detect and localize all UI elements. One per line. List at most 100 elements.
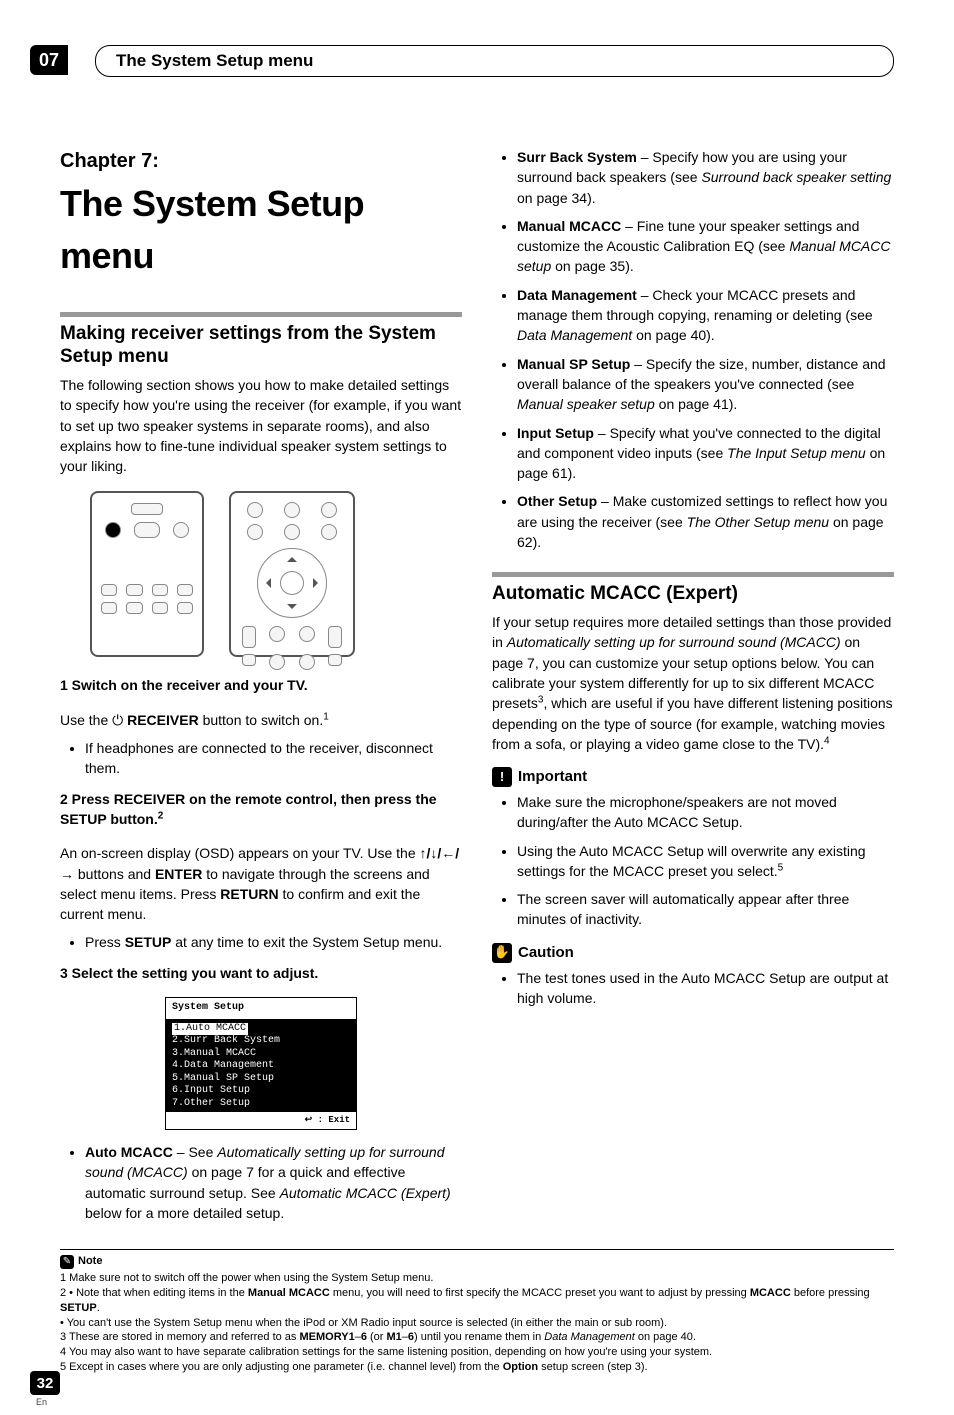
auto-mcacc-bullet: Auto MCACC – See Automatically setting u… xyxy=(85,1142,462,1223)
text: at any time to exit the System Setup men… xyxy=(171,934,442,950)
step-1-bullet: If headphones are connected to the recei… xyxy=(85,738,462,779)
ref: The Input Setup menu xyxy=(727,445,866,461)
important-item: Make sure the microphone/speakers are no… xyxy=(517,792,894,833)
text: Press xyxy=(85,934,125,950)
label: Manual MCACC xyxy=(248,1287,330,1299)
bullet-surr-back: Surr Back System – Specify how you are u… xyxy=(517,147,894,208)
label: SETUP xyxy=(60,1302,97,1314)
step-2-bullet: Press SETUP at any time to exit the Syst… xyxy=(85,932,462,952)
section-heading-1: Making receiver settings from the System… xyxy=(60,323,462,369)
setup-label: SETUP xyxy=(125,934,172,950)
step-2-para: An on-screen display (OSD) appears on yo… xyxy=(60,843,462,924)
left-column: Chapter 7: The System Setup menu Making … xyxy=(60,147,462,1231)
text: An on-screen display (OSD) appears on yo… xyxy=(60,845,420,861)
bullet-input-setup: Input Setup – Specify what you've connec… xyxy=(517,423,894,484)
text: – See xyxy=(173,1144,217,1160)
text: 3 These are stored in memory and referre… xyxy=(60,1331,299,1343)
footnote-ref-1: 1 xyxy=(323,711,329,722)
footnote-ref-5: 5 xyxy=(778,862,784,873)
section-rule xyxy=(60,312,462,317)
text: below for a more detailed setup. xyxy=(85,1205,284,1221)
footnote-ref-2: 2 xyxy=(158,810,164,821)
osd-item: 7.Other Setup xyxy=(172,1098,350,1111)
text: 2 • Note that when editing items in the xyxy=(60,1287,248,1299)
label: M1 xyxy=(387,1331,402,1343)
ref: Data Management xyxy=(517,327,632,343)
step-2: 2 Press RECEIVER on the remote control, … xyxy=(60,789,462,830)
osd-item: 2.Surr Back System xyxy=(172,1035,350,1048)
osd-item: 6.Input Setup xyxy=(172,1085,350,1098)
osd-item: 5.Manual SP Setup xyxy=(172,1073,350,1086)
text: 2 Press RECEIVER on the remote control, … xyxy=(60,791,437,827)
step-1-line: Use the ⏻ RECEIVER button to switch on.1 xyxy=(60,710,462,730)
section-2-para: If your setup requires more detailed set… xyxy=(492,612,894,754)
page-number: 32 xyxy=(30,1371,60,1395)
ref: Data Management xyxy=(544,1331,635,1343)
receiver-highlight-icon xyxy=(105,522,121,538)
bullet-other-setup: Other Setup – Make customized settings t… xyxy=(517,491,894,552)
label: Data Management xyxy=(517,287,637,303)
label: Option xyxy=(503,1361,538,1373)
note-icon: ✎ xyxy=(60,1255,74,1269)
osd-footer: ↩ : Exit xyxy=(166,1112,356,1129)
label: Auto MCACC xyxy=(85,1144,173,1160)
text: ) until you rename them in xyxy=(414,1331,544,1343)
chapter-title: The System Setup menu xyxy=(60,178,462,282)
caution-label: Caution xyxy=(518,942,574,964)
text: Using the Auto MCACC Setup will overwrit… xyxy=(517,843,866,879)
label: MCACC xyxy=(750,1287,791,1299)
text: buttons and xyxy=(74,866,155,882)
caution-callout: ✋ Caution xyxy=(492,942,894,964)
important-label: Important xyxy=(518,766,587,788)
receiver-label: RECEIVER xyxy=(123,712,198,728)
footnote-5: 5 Except in cases where you are only adj… xyxy=(60,1360,894,1375)
power-icon xyxy=(173,522,189,538)
section-1-intro: The following section shows you how to m… xyxy=(60,375,462,476)
bullet-manual-mcacc: Manual MCACC – Fine tune your speaker se… xyxy=(517,216,894,277)
footnote-1: 1 Make sure not to switch off the power … xyxy=(60,1271,894,1286)
text: setup screen (step 3). xyxy=(538,1361,647,1373)
text: before pressing xyxy=(791,1287,870,1299)
remote-left xyxy=(90,491,204,657)
footnotes: ✎ Note 1 Make sure not to switch off the… xyxy=(60,1249,894,1375)
header-title: The System Setup menu xyxy=(95,45,894,77)
text: on page 35). xyxy=(551,258,634,274)
label: Input Setup xyxy=(517,425,594,441)
text: Use the xyxy=(60,712,112,728)
caution-item: The test tones used in the Auto MCACC Se… xyxy=(517,968,894,1009)
footnote-2a: 2 • Note that when editing items in the … xyxy=(60,1286,894,1316)
label: Manual MCACC xyxy=(517,218,621,234)
text: , which are useful if you have different… xyxy=(492,695,893,752)
text: 5 Except in cases where you are only adj… xyxy=(60,1361,503,1373)
important-item: Using the Auto MCACC Setup will overwrit… xyxy=(517,841,894,882)
osd-title: System Setup xyxy=(166,998,356,1019)
label: Other Setup xyxy=(517,493,597,509)
caution-icon: ✋ xyxy=(492,943,512,963)
text: . xyxy=(97,1302,100,1314)
osd-screenshot: System Setup 1.Auto MCACC 2.Surr Back Sy… xyxy=(165,997,357,1130)
important-callout: ! Important xyxy=(492,766,894,788)
footnote-ref-4: 4 xyxy=(824,735,830,746)
step-1: 1 Switch on the receiver and your TV. xyxy=(60,675,462,695)
footnote-3: 3 These are stored in memory and referre… xyxy=(60,1330,894,1345)
remote-diagrams xyxy=(90,491,462,657)
enter-label: ENTER xyxy=(155,866,202,882)
section-rule xyxy=(492,572,894,577)
return-glyph: ↩ xyxy=(305,1115,313,1125)
important-item: The screen saver will automatically appe… xyxy=(517,889,894,930)
label: Surr Back System xyxy=(517,149,637,165)
ref: The Other Setup menu xyxy=(687,514,829,530)
text: : Exit xyxy=(318,1115,350,1125)
text: on page 40). xyxy=(632,327,715,343)
footnote-2b: • You can't use the System Setup menu wh… xyxy=(60,1316,894,1331)
bullet-manual-sp: Manual SP Setup – Specify the size, numb… xyxy=(517,354,894,415)
chapter-tab: 07 xyxy=(30,45,68,75)
osd-item: 4.Data Management xyxy=(172,1060,350,1073)
right-column: Surr Back System – Specify how you are u… xyxy=(492,147,894,1231)
text: (or xyxy=(367,1331,387,1343)
step-3: 3 Select the setting you want to adjust. xyxy=(60,963,462,983)
ref: Surround back speaker setting xyxy=(701,169,891,185)
text: menu, you will need to first specify the… xyxy=(330,1287,750,1299)
ref: Manual speaker setup xyxy=(517,396,655,412)
osd-item-selected: 1.Auto MCACC xyxy=(172,1023,248,1036)
